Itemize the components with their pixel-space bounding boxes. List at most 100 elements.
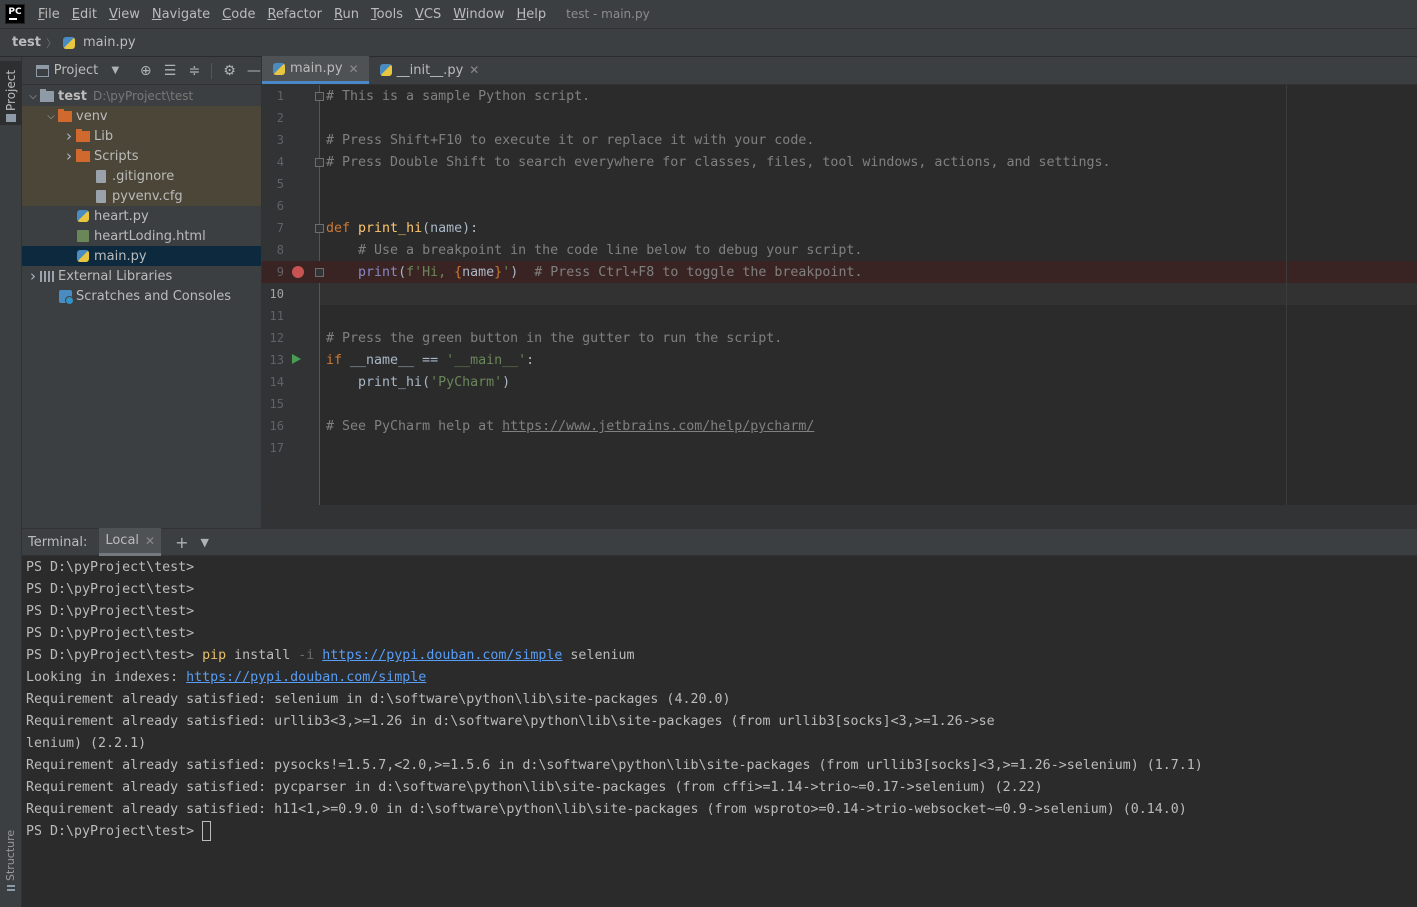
breadcrumb-separator-icon: 〉 [45, 36, 57, 50]
line-number[interactable]: 11 [262, 309, 284, 323]
folder-icon [58, 108, 72, 122]
tree-item[interactable]: › Lib [22, 126, 261, 146]
close-icon[interactable]: ✕ [145, 534, 155, 548]
menu-item[interactable]: Navigate [146, 0, 216, 29]
breakpoint-icon[interactable] [292, 266, 304, 278]
line-number[interactable]: 16 [262, 419, 284, 433]
tree-item[interactable]: .gitignore [22, 166, 261, 186]
chevron-down-icon[interactable]: ⌵ [44, 111, 58, 122]
tree-item[interactable]: pyvenv.cfg [22, 186, 261, 206]
dropdown-arrow-icon[interactable]: ▼ [108, 65, 122, 76]
code-token: if [326, 353, 351, 368]
fold-icon[interactable] [315, 224, 324, 233]
code-line[interactable]: # Use a breakpoint in the code line belo… [326, 240, 862, 262]
tree-item[interactable]: › External Libraries [22, 266, 261, 286]
project-tool-button[interactable]: Project [0, 61, 22, 125]
close-icon[interactable]: ✕ [349, 62, 359, 76]
code-token: print_hi( [326, 375, 431, 390]
project-tree: ⌵ test D:\pyProject\test ⌵ venv › Lib › Scripts.… [22, 85, 261, 306]
code-line[interactable]: print_hi('PyCharm') [326, 372, 510, 394]
tree-item[interactable]: ⌵ venv [22, 106, 261, 126]
fold-icon[interactable] [315, 92, 324, 101]
line-number[interactable]: 9 [262, 265, 284, 279]
code-line[interactable]: # Press Double Shift to search everywher… [326, 152, 1111, 174]
menu-item[interactable]: Window [447, 0, 510, 29]
chevron-right-icon[interactable]: › [26, 267, 40, 285]
terminal-tab-local[interactable]: Local ✕ [99, 528, 162, 556]
line-number[interactable]: 2 [262, 111, 284, 125]
expand-all-icon[interactable]: ☰ [163, 63, 177, 79]
line-number[interactable]: 10 [262, 287, 284, 301]
minimize-icon[interactable]: — [247, 63, 261, 79]
structure-tool-button[interactable]: Structure [4, 830, 17, 881]
chevron-right-icon[interactable]: › [62, 127, 76, 145]
project-view-selector[interactable]: Project [54, 63, 98, 78]
code-line[interactable]: def print_hi(name): [326, 218, 478, 240]
toolbar-divider [211, 62, 213, 79]
breadcrumb-file[interactable]: main.py [62, 35, 136, 50]
breadcrumb-root[interactable]: test [12, 35, 41, 50]
collapse-all-icon[interactable]: ≑ [187, 63, 201, 79]
line-number[interactable]: 6 [262, 199, 284, 213]
run-icon[interactable] [292, 354, 301, 364]
line-number[interactable]: 14 [262, 375, 284, 389]
code-line[interactable]: if __name__ == '__main__': [326, 350, 534, 372]
code-editor[interactable]: 1 2 3 4 5 6 7 8 9 10 11 12 13 14 15 16 17 # This is a sa… [262, 85, 1417, 505]
code-line[interactable]: # Press Shift+F10 to execute it or repla… [326, 130, 814, 152]
code-line[interactable]: # This is a sample Python script. [326, 86, 590, 108]
menu-item[interactable]: Code [216, 0, 261, 29]
terminal-cursor[interactable] [202, 821, 212, 841]
tree-item-label: Scripts [94, 148, 139, 164]
menu-item[interactable]: Edit [66, 0, 103, 29]
project-tool-label: Project [4, 69, 18, 111]
menu-item[interactable]: Refactor [261, 0, 328, 29]
editor-tab[interactable]: main.py ✕ [262, 56, 369, 84]
tree-item[interactable]: main.py [22, 246, 261, 266]
line-number[interactable]: 5 [262, 177, 284, 191]
menu-item[interactable]: Run [328, 0, 365, 29]
fold-icon[interactable] [315, 268, 324, 277]
tree-item[interactable]: heart.py [22, 206, 261, 226]
new-terminal-plus-icon[interactable]: + [175, 533, 188, 552]
line-number[interactable]: 1 [262, 89, 284, 103]
editor-tab[interactable]: __init__.py ✕ [369, 56, 490, 84]
code-token: print [358, 265, 399, 280]
menu-item[interactable]: Tools [365, 0, 409, 29]
line-number[interactable]: 13 [262, 353, 284, 367]
editor-gutter[interactable]: 1 2 3 4 5 6 7 8 9 10 11 12 13 14 15 16 17 [262, 85, 320, 505]
chevron-down-icon[interactable]: ▼ [201, 536, 209, 549]
line-number[interactable]: 7 [262, 221, 284, 235]
tree-item[interactable]: heartLoding.html [22, 226, 261, 246]
menu-item[interactable]: View [103, 0, 146, 29]
line-number[interactable]: 17 [262, 441, 284, 455]
project-panel-header: Project ▼ ⊕ ☰ ≑ ⚙ — [22, 57, 261, 85]
line-number[interactable]: 8 [262, 243, 284, 257]
code-line[interactable]: # See PyCharm help at https://www.jetbra… [326, 416, 814, 438]
close-icon[interactable]: ✕ [469, 63, 479, 77]
terminal-line: PS D:\pyProject\test> [26, 623, 194, 645]
locate-target-icon[interactable]: ⊕ [139, 63, 153, 79]
tree-item[interactable]: ⌵ test D:\pyProject\test [22, 86, 261, 106]
line-number[interactable]: 3 [262, 133, 284, 147]
gear-icon[interactable]: ⚙ [222, 63, 236, 79]
terminal-link[interactable]: https://pypi.douban.com/simple [186, 670, 426, 685]
terminal-text: Looking in indexes: [26, 670, 187, 685]
breadcrumb: test 〉 main.py [0, 29, 1417, 57]
tree-item[interactable]: Scratches and Consoles [22, 286, 261, 306]
fold-icon[interactable] [315, 158, 324, 167]
menu-item[interactable]: Help [511, 0, 553, 29]
code-line[interactable]: print(f'Hi, {name}') # Press Ctrl+F8 to … [326, 262, 862, 284]
chevron-right-icon[interactable]: › [62, 147, 76, 165]
terminal-output[interactable]: PS D:\pyProject\test> PS D:\pyProject\tes… [22, 556, 1417, 907]
chevron-down-icon[interactable]: ⌵ [26, 91, 40, 102]
line-number[interactable]: 12 [262, 331, 284, 345]
menu-item[interactable]: VCS [409, 0, 447, 29]
terminal-link[interactable]: https://pypi.douban.com/simple [322, 648, 562, 663]
line-number[interactable]: 4 [262, 155, 284, 169]
code-line[interactable]: # Press the green button in the gutter t… [326, 328, 782, 350]
code-link[interactable]: https://www.jetbrains.com/help/pycharm/ [502, 419, 814, 434]
tree-item[interactable]: › Scripts [22, 146, 261, 166]
python-file-icon [272, 62, 286, 76]
menu-item[interactable]: File [32, 0, 66, 29]
line-number[interactable]: 15 [262, 397, 284, 411]
